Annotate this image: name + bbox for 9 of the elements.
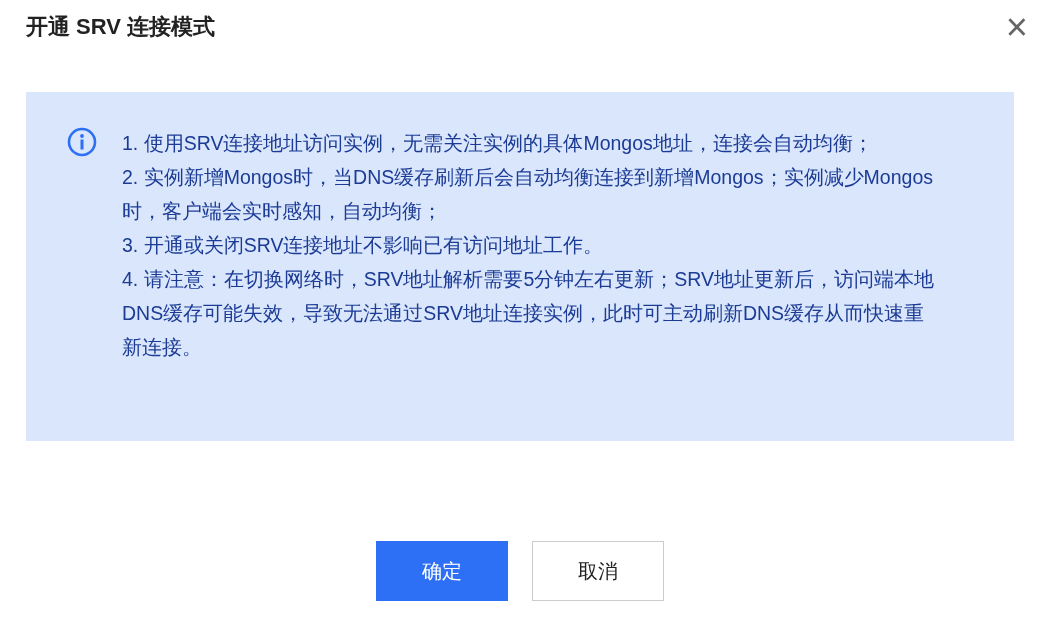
notice-text: 1. 使用SRV连接地址访问实例，无需关注实例的具体Mongos地址，连接会自动均衡； xyxy=(122,131,874,156)
info-icon xyxy=(66,126,98,158)
dialog-title: 开通 SRV 连接模式 xyxy=(26,14,216,41)
close-button[interactable]: × xyxy=(1005,8,1028,46)
notice-text: 2. 实例新增Mongos时，当DNS缓存刷新后会自动均衡连接到新增Mongos；实例减少Mongos时，客户端会实时感知，自动均衡； xyxy=(122,165,934,224)
notice-text: 3. 开通或关闭SRV连接地址不影响已有访问地址工作。 xyxy=(122,233,605,258)
cancel-button[interactable]: 取消 xyxy=(532,541,664,601)
confirm-button[interactable]: 确定 xyxy=(376,541,508,601)
notice-text: 4. 请注意：在切换网络时，SRV地址解析需要5分钟左右更新；SRV地址更新后，访问端本地DNS缓存可能失效，导致无法通过SRV地址连接实例，此时可主动刷新DNS缓存从而快速重新连接。 xyxy=(122,267,935,360)
